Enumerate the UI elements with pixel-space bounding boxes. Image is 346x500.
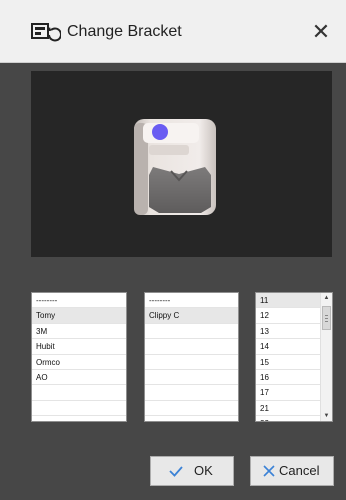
model-list-empty-row (145, 385, 238, 401)
manufacturer-list-item[interactable]: Ormco (32, 355, 126, 370)
scrollbar-thumb[interactable] (322, 306, 331, 330)
bracket-change-icon (31, 23, 61, 42)
model-list-item[interactable]: -------- (145, 293, 238, 309)
dialog-title-bar: Change Bracket ✕ (0, 0, 346, 63)
bracket-3d-model (134, 119, 216, 215)
tooth-list-scrollbar[interactable]: ▲ ▼ (320, 293, 332, 421)
model-list-item[interactable]: Clippy C (145, 308, 238, 324)
cross-icon (263, 465, 275, 477)
manufacturer-list-item[interactable]: 3M (32, 324, 126, 340)
close-icon: ✕ (311, 19, 331, 44)
dialog-title: Change Bracket (67, 23, 182, 40)
cancel-button-label: Cancel (279, 463, 320, 478)
model-list-empty-row (145, 370, 238, 386)
model-list-empty-row (145, 355, 238, 370)
scroll-down-icon[interactable]: ▼ (321, 411, 332, 421)
manufacturer-list-item[interactable]: Hubit (32, 339, 126, 355)
manufacturer-list[interactable]: -------- Tomy 3M Hubit Ormco AO (31, 292, 127, 422)
model-list-empty-row (145, 401, 238, 417)
model-list-empty-row (145, 324, 238, 340)
checkmark-icon (169, 466, 183, 477)
bracket-marker (152, 124, 168, 140)
tooth-list[interactable]: 111213141516172122 ▲ ▼ (255, 292, 333, 422)
ok-button[interactable]: OK (150, 456, 234, 486)
scroll-up-icon[interactable]: ▲ (321, 293, 332, 303)
manufacturer-list-empty-row (32, 401, 126, 417)
bracket-preview-viewport[interactable] (31, 71, 332, 257)
manufacturer-list-item[interactable]: Tomy (32, 308, 126, 324)
ok-button-label: OK (194, 463, 213, 478)
model-list[interactable]: -------- Clippy C (144, 292, 239, 422)
manufacturer-list-item[interactable]: AO (32, 370, 126, 386)
manufacturer-list-empty-row (32, 385, 126, 401)
manufacturer-list-item[interactable]: -------- (32, 293, 126, 309)
cancel-button[interactable]: Cancel (250, 456, 334, 486)
close-button[interactable]: ✕ (303, 14, 339, 50)
model-list-empty-row (145, 339, 238, 355)
